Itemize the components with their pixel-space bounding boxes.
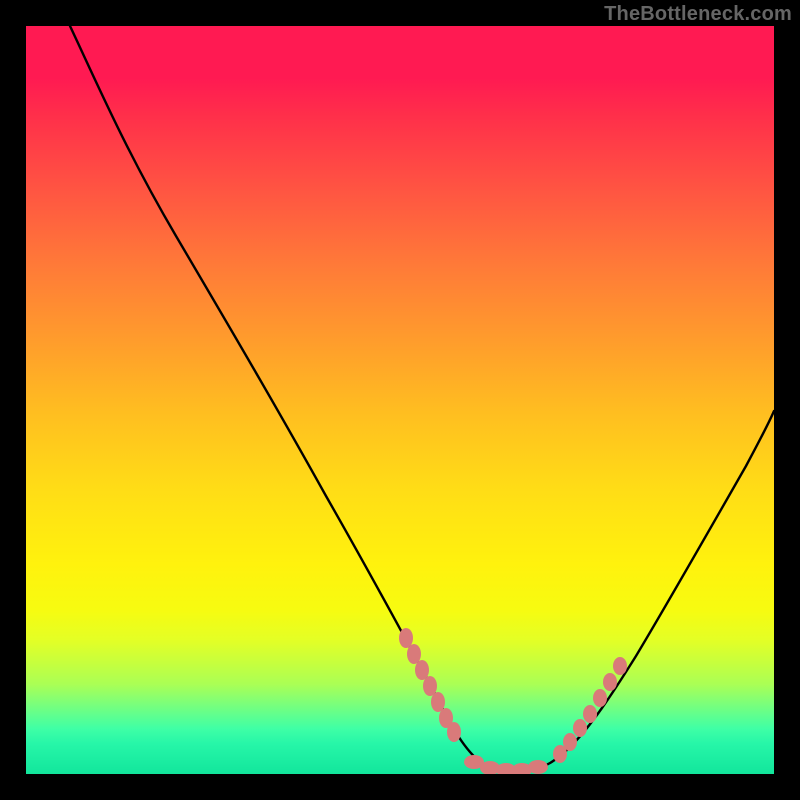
bead-cluster-bottom xyxy=(464,755,548,774)
bottleneck-curve xyxy=(70,26,774,771)
curve-layer xyxy=(26,26,774,774)
watermark-text: TheBottleneck.com xyxy=(604,3,792,26)
plot-area xyxy=(26,26,774,774)
bead-cluster-right xyxy=(553,657,627,763)
chart-container: TheBottleneck.com xyxy=(0,0,800,800)
bead-cluster-left xyxy=(399,628,461,742)
